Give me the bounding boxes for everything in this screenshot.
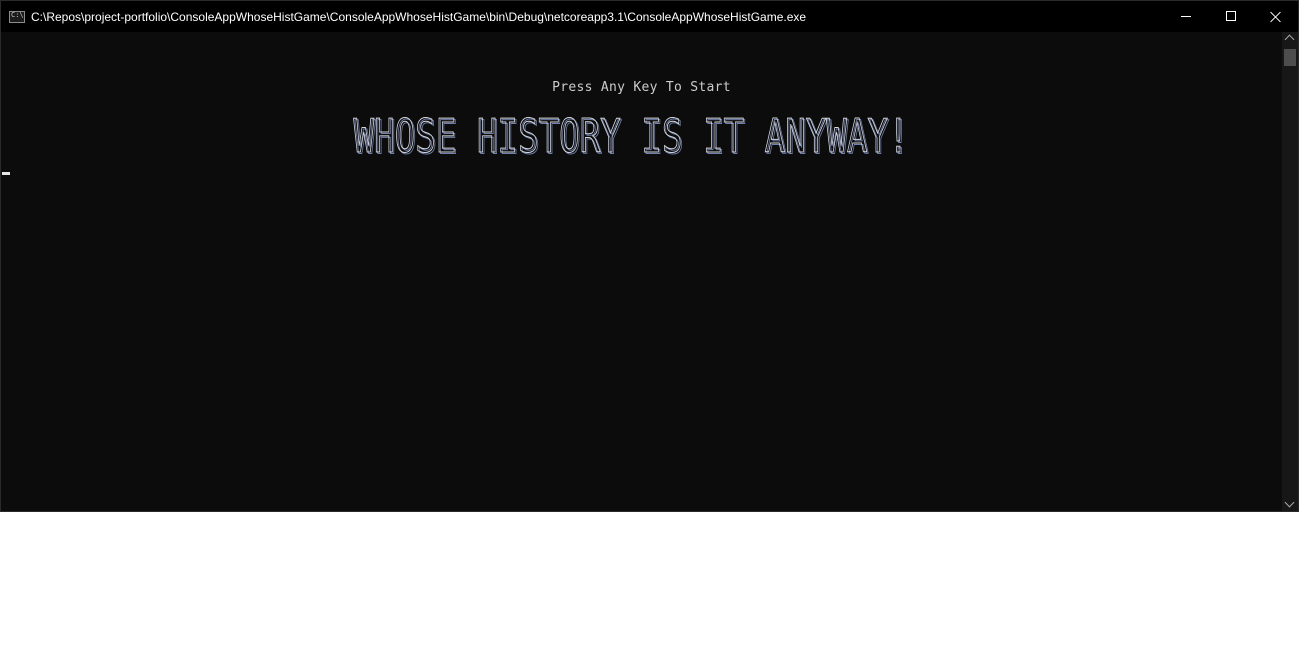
chevron-up-icon[interactable] bbox=[1284, 34, 1295, 45]
vertical-scrollbar[interactable] bbox=[1282, 32, 1298, 511]
title-bar[interactable]: C:\Repos\project-portfolio\ConsoleAppWho… bbox=[1, 1, 1298, 32]
console-window: C:\Repos\project-portfolio\ConsoleAppWho… bbox=[0, 0, 1299, 512]
window-title: C:\Repos\project-portfolio\ConsoleAppWho… bbox=[31, 9, 807, 24]
chevron-down-icon[interactable] bbox=[1284, 497, 1295, 508]
minimize-icon bbox=[1181, 16, 1191, 17]
text-cursor bbox=[2, 172, 10, 175]
minimize-button[interactable] bbox=[1163, 1, 1208, 32]
banner-text: WHOSE HISTORY IS IT ANYWAY! bbox=[354, 110, 909, 160]
scrollbar-thumb[interactable] bbox=[1284, 49, 1296, 66]
ascii-banner: WHOSE HISTORY IS IT ANYWAY! WHOSE HISTOR… bbox=[353, 110, 911, 160]
close-button[interactable] bbox=[1253, 1, 1298, 32]
maximize-icon bbox=[1226, 11, 1236, 21]
press-any-key-prompt: Press Any Key To Start bbox=[552, 80, 731, 95]
console-app-icon[interactable] bbox=[9, 10, 25, 23]
console-output[interactable]: Press Any Key To Start WHOSE HISTORY IS … bbox=[1, 32, 1282, 511]
maximize-button[interactable] bbox=[1208, 1, 1253, 32]
close-icon bbox=[1270, 11, 1281, 22]
window-controls bbox=[1163, 1, 1298, 32]
